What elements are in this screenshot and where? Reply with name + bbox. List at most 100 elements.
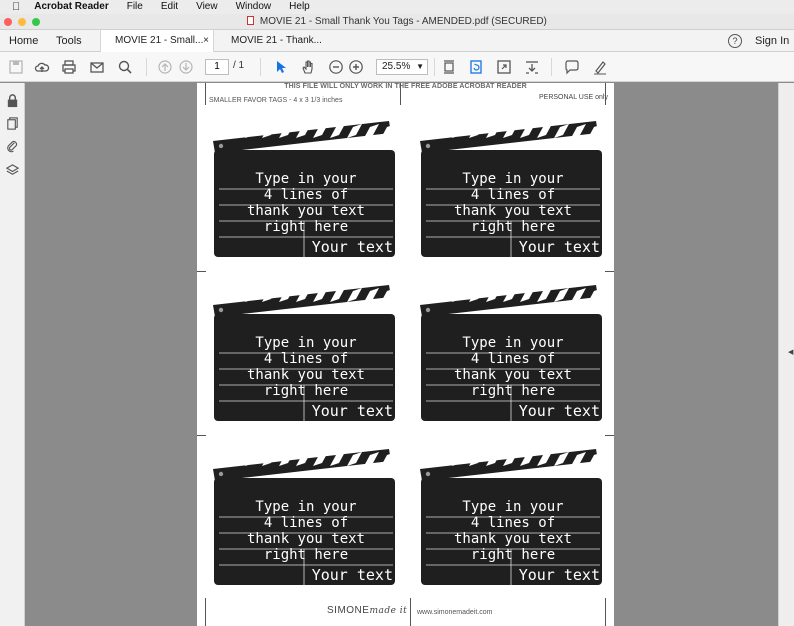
hand-tool-icon[interactable] <box>300 59 316 75</box>
apple-icon[interactable]:  <box>12 0 20 14</box>
crop-mark <box>605 83 606 105</box>
document-subtitle: SMALLER FAVOR TAGS - 4 x 3 1/3 inches <box>209 97 343 104</box>
tag-message[interactable]: Type in your 4 lines of thank you text righ… <box>219 335 393 399</box>
close-window-button[interactable] <box>4 18 12 26</box>
tools-tab[interactable]: Tools <box>56 30 82 52</box>
tag-your-text[interactable]: Your text <box>519 238 600 256</box>
document-tab-1[interactable]: MOVIE 21 - Small... × <box>100 30 214 52</box>
email-icon[interactable] <box>89 59 105 75</box>
page-count: / 1 <box>233 60 245 71</box>
crop-mark <box>605 598 606 626</box>
toolbar-divider <box>434 58 435 76</box>
help-icon[interactable]: ? <box>728 34 742 48</box>
tag-message-line: Type in your <box>255 499 357 515</box>
page-display-icon[interactable] <box>441 59 457 75</box>
document-tab-1-label: MOVIE 21 - Small... <box>115 35 204 46</box>
scroll-mode-icon[interactable] <box>524 59 540 75</box>
thank-you-tag: Type in your 4 lines of thank you text righ… <box>211 119 401 269</box>
crop-mark <box>197 435 206 436</box>
tag-message-line: Type in your <box>255 335 357 351</box>
menu-edit[interactable]: Edit <box>161 0 178 14</box>
menu-view[interactable]: View <box>196 0 218 14</box>
tag-message[interactable]: Type in your 4 lines of thank you text righ… <box>219 171 393 235</box>
tag-message-line: right here <box>470 547 556 563</box>
print-icon[interactable] <box>61 59 77 75</box>
zoom-level-select[interactable]: 25.5% ▼ <box>376 59 428 75</box>
crop-mark <box>605 271 614 272</box>
document-notice: THIS FILE WILL ONLY WORK IN THE FREE ADO… <box>284 83 527 90</box>
previous-page-icon[interactable] <box>157 59 173 75</box>
sign-in-link[interactable]: Sign In <box>755 30 789 52</box>
next-page-icon[interactable] <box>178 59 194 75</box>
crop-mark <box>410 598 411 626</box>
layers-icon[interactable] <box>5 163 20 178</box>
select-cursor-icon[interactable] <box>273 59 289 75</box>
tag-your-text[interactable]: Your text <box>312 238 393 256</box>
tag-message-line: thank you text <box>246 531 365 547</box>
crop-mark <box>197 271 206 272</box>
close-tab-icon[interactable]: × <box>203 30 209 52</box>
tag-message-line: 4 lines of <box>470 351 556 367</box>
attachment-icon[interactable] <box>5 139 20 154</box>
tag-message[interactable]: Type in your 4 lines of thank you text righ… <box>426 335 600 399</box>
tag-your-text[interactable]: Your text <box>519 566 600 584</box>
fit-page-icon[interactable] <box>496 59 512 75</box>
tag-message-line: Type in your <box>462 171 564 187</box>
zoom-out-icon[interactable] <box>328 59 344 75</box>
tag-your-text[interactable]: Your text <box>312 402 393 420</box>
menu-help[interactable]: Help <box>289 0 310 14</box>
tag-message-line: right here <box>470 219 556 235</box>
menu-window[interactable]: Window <box>236 0 272 14</box>
document-tab-2[interactable]: MOVIE 21 - Thank... <box>217 30 329 52</box>
tag-message-line: Type in your <box>462 499 564 515</box>
tag-message-line: thank you text <box>246 203 365 219</box>
right-tools-pane: ◀ <box>778 83 794 626</box>
tag-message-line: thank you text <box>246 367 365 383</box>
tag-message-line: thank you text <box>453 367 572 383</box>
brand-logo: SIMONEmade it <box>327 605 408 616</box>
toolbar-divider <box>551 58 552 76</box>
tag-message-line: right here <box>263 219 349 235</box>
save-icon[interactable] <box>8 59 24 75</box>
thank-you-tag: Type in your 4 lines of thank you text righ… <box>418 283 608 433</box>
tag-message-line: right here <box>263 547 349 563</box>
zoom-level-value: 25.5% <box>382 61 411 72</box>
tag-message[interactable]: Type in your 4 lines of thank you text righ… <box>426 499 600 563</box>
thank-you-tag: Type in your 4 lines of thank you text righ… <box>418 119 608 269</box>
zoom-window-button[interactable] <box>32 18 40 26</box>
upload-cloud-icon[interactable] <box>34 59 50 75</box>
thank-you-tag: Type in your 4 lines of thank you text righ… <box>211 283 401 433</box>
crop-mark <box>400 83 401 105</box>
toolbar-divider <box>146 58 147 76</box>
tag-your-text[interactable]: Your text <box>312 566 393 584</box>
menu-file[interactable]: File <box>127 0 143 14</box>
brand-url: www.simonemadeit.com <box>417 609 493 616</box>
lock-icon[interactable] <box>5 93 20 108</box>
menu-app-name[interactable]: Acrobat Reader <box>34 0 108 14</box>
tag-your-text[interactable]: Your text <box>519 402 600 420</box>
document-tab-2-label: MOVIE 21 - Thank... <box>231 35 322 46</box>
page-number-input[interactable]: 1 <box>205 59 229 75</box>
tag-message-line: 4 lines of <box>263 351 349 367</box>
tag-message-line: Type in your <box>462 335 564 351</box>
thank-you-tag: Type in your 4 lines of thank you text righ… <box>211 447 401 597</box>
tag-message[interactable]: Type in your 4 lines of thank you text righ… <box>426 171 600 235</box>
search-icon[interactable] <box>117 59 133 75</box>
pdf-file-icon <box>247 16 255 25</box>
toolbar: 1 / 1 25.5% ▼ <box>0 52 794 82</box>
tab-bar: Home Tools MOVIE 21 - Small... × MOVIE 2… <box>0 30 794 52</box>
comment-icon[interactable] <box>564 59 580 75</box>
tag-message[interactable]: Type in your 4 lines of thank you text righ… <box>219 499 393 563</box>
pdf-page: THIS FILE WILL ONLY WORK IN THE FREE ADO… <box>197 83 614 626</box>
home-tab[interactable]: Home <box>9 30 38 52</box>
highlight-pen-icon[interactable] <box>592 59 608 75</box>
window-titlebar: MOVIE 21 - Small Thank You Tags - AMENDE… <box>0 14 794 30</box>
rotate-icon[interactable] <box>468 59 484 75</box>
zoom-in-icon[interactable] <box>348 59 364 75</box>
page-thumbnails-icon[interactable] <box>5 116 20 131</box>
crop-mark <box>205 598 206 626</box>
chevron-down-icon: ▼ <box>416 62 424 71</box>
minimize-window-button[interactable] <box>18 18 26 26</box>
crop-mark <box>605 435 614 436</box>
expand-right-panel-icon[interactable]: ◀ <box>788 348 793 356</box>
